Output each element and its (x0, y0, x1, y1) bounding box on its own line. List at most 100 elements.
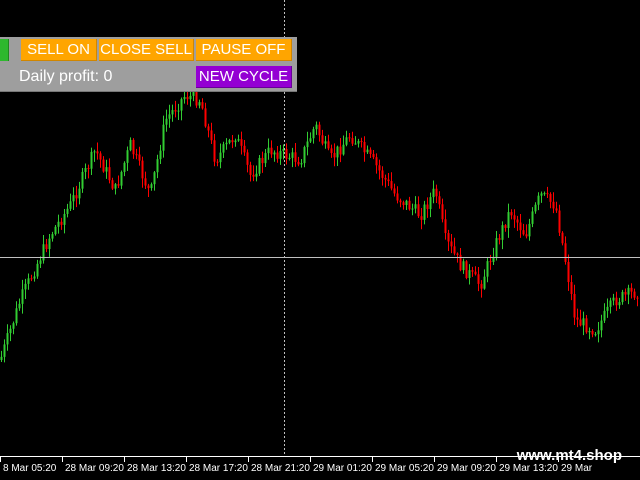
candle-body (33, 276, 36, 279)
candle-body (36, 263, 39, 277)
candle-body (279, 151, 282, 159)
candle-body (477, 274, 480, 284)
candle-body (264, 153, 267, 164)
candle-body (168, 114, 171, 119)
candle-body (444, 219, 447, 234)
candle-body (99, 153, 102, 160)
candle-body (333, 152, 336, 158)
candle-body (339, 146, 342, 155)
chart-area[interactable]: 8 Mar 05:20 28 Mar 09:20 28 Mar 13:20 28 Ma… (0, 0, 640, 480)
candle-body (30, 278, 33, 280)
candle-body (393, 188, 396, 194)
candle-body (153, 172, 156, 185)
candle-body (633, 291, 636, 298)
candle-body (522, 230, 525, 235)
candle-body (384, 177, 387, 180)
candle-body (438, 196, 441, 205)
candle-body (138, 154, 141, 161)
candle-body (228, 140, 231, 143)
candle-body (303, 147, 306, 164)
candle-body (366, 149, 369, 153)
candle-body (315, 124, 318, 130)
candle-body (525, 234, 528, 237)
candle-body (357, 141, 360, 144)
candle-body (93, 151, 96, 153)
candle-body (255, 173, 258, 177)
candle-body (207, 126, 210, 131)
candle-body (180, 99, 183, 111)
candle-body (147, 185, 150, 189)
candle-body (24, 283, 27, 290)
x-tick-label: 28 Mar 17:20 (189, 463, 248, 474)
candle-body (630, 287, 633, 292)
candle-body (66, 208, 69, 214)
candle-body (483, 276, 486, 289)
candle-body (627, 287, 630, 295)
candle-body (78, 188, 81, 199)
candle-body (54, 226, 57, 235)
candle-body (447, 233, 450, 242)
buy-toggle-button[interactable] (0, 39, 9, 61)
candle-body (546, 193, 549, 195)
candle-body (123, 162, 126, 172)
candle-body (405, 200, 408, 205)
watermark-text: www.mt4.shop (516, 447, 622, 464)
candle-body (561, 232, 564, 244)
candle-body (258, 157, 261, 174)
candle-body (306, 141, 309, 148)
candle-body (186, 97, 189, 100)
candle-body (390, 181, 393, 189)
candle-body (114, 184, 117, 189)
x-tick-label: 28 Mar 13:20 (127, 463, 186, 474)
candle-body (201, 102, 204, 109)
candle-body (555, 208, 558, 211)
new-cycle-button[interactable]: NEW CYCLE (196, 66, 292, 88)
candle-body (519, 222, 522, 231)
candle-body (327, 141, 330, 149)
candle-body (402, 202, 405, 205)
candle-body (270, 147, 273, 155)
candle-body (396, 193, 399, 201)
candle-body (84, 168, 87, 172)
candle-body (363, 141, 366, 153)
candle-body (513, 215, 516, 220)
candle-body (318, 124, 321, 136)
candle-body (429, 197, 432, 210)
sell-on-button[interactable]: SELL ON (21, 39, 97, 61)
candle-body (96, 151, 99, 154)
candle-body (222, 144, 225, 153)
candle-body (288, 157, 291, 159)
pause-off-button[interactable]: PAUSE OFF (196, 39, 292, 61)
candle-body (108, 167, 111, 181)
candle-body (102, 159, 105, 172)
candle-body (618, 302, 621, 306)
candle-body (225, 142, 228, 145)
candle-body (558, 210, 561, 233)
candle-body (3, 344, 6, 357)
candle-body (12, 323, 15, 329)
candle-body (15, 308, 18, 324)
candle-body (219, 152, 222, 163)
candle-body (579, 319, 582, 326)
candle-body (45, 244, 48, 250)
x-tick-label: 29 Mar 13:20 (499, 463, 558, 474)
x-tick-label: 29 Mar 05:20 (375, 463, 434, 474)
candle-body (159, 150, 162, 160)
candle-body (450, 241, 453, 247)
candle-body (240, 139, 243, 146)
candle-body (369, 149, 372, 155)
candle-body (504, 225, 507, 228)
candle-body (576, 317, 579, 320)
candle-body (486, 261, 489, 277)
candle-body (417, 204, 420, 217)
candle-body (570, 282, 573, 294)
candle-body (609, 300, 612, 307)
candle-body (468, 270, 471, 278)
candle-body (516, 219, 519, 223)
candle-body (27, 278, 30, 284)
candle-body (324, 141, 327, 144)
close-sell-button[interactable]: CLOSE SELL (99, 39, 194, 61)
candle-body (591, 331, 594, 335)
candle-body (216, 161, 219, 163)
ea-control-panel: SELL ON CLOSE SELL PAUSE OFF Daily profi… (0, 37, 297, 92)
